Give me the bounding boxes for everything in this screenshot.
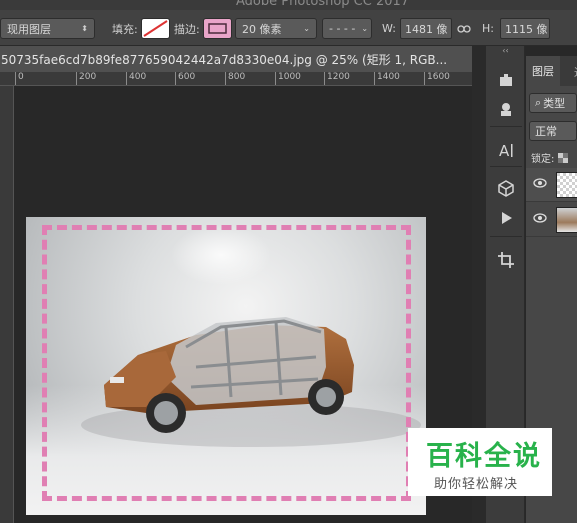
tool-separator	[490, 166, 522, 167]
watermark-subtitle: 助你轻松解决	[434, 477, 519, 492]
layer-row[interactable]	[526, 168, 577, 202]
watermark-title: 百科全说	[426, 441, 542, 472]
stroke-width-value: 20 像素	[242, 22, 282, 36]
document-tab-bar: 50735fae6cd7b89fe877659042442a7d8330e04.…	[0, 46, 472, 72]
height-field[interactable]: 1115 像	[500, 18, 550, 39]
fill-swatch[interactable]	[141, 18, 170, 39]
stamp-icon[interactable]	[494, 98, 518, 122]
blend-mode-value: 正常	[535, 125, 557, 138]
puzzle-icon[interactable]	[494, 68, 518, 92]
chain-link-icon	[457, 24, 471, 33]
tool-separator	[490, 126, 522, 127]
search-icon: ⌕	[535, 96, 542, 109]
layer-thumbnail-photo	[556, 207, 577, 233]
panel-tab-row: 图层 通	[526, 56, 577, 86]
ruler-tick: 200	[75, 72, 97, 85]
document-tab-title: 50735fae6cd7b89fe877659042442a7d8330e04.…	[1, 52, 448, 67]
eye-icon[interactable]	[533, 213, 547, 223]
lock-transparent-icon[interactable]	[558, 152, 569, 163]
stroke-label: 描边:	[174, 22, 200, 36]
mode-value: 现用图层	[7, 22, 51, 36]
layer-thumbnail-shape	[556, 172, 577, 198]
play-icon[interactable]	[494, 206, 518, 230]
dashed-rectangle-shape[interactable]	[42, 225, 411, 501]
ruler-tick: 1000	[275, 72, 301, 85]
vertical-ruler[interactable]	[0, 86, 14, 523]
stroke-color-icon	[208, 23, 227, 34]
ruler-tick: 400	[125, 72, 147, 85]
window-title-bar: Adobe Photoshop CC 2017	[0, 0, 577, 10]
chevron-updown-icon: ⬍	[81, 24, 88, 33]
crop-icon[interactable]	[494, 248, 518, 272]
chevron-down-icon: ⌄	[361, 24, 369, 33]
cube-icon[interactable]	[494, 176, 518, 200]
height-value: 1115 像	[505, 22, 548, 36]
layer-row[interactable]	[526, 203, 577, 237]
lock-label: 锁定:	[531, 154, 555, 165]
stroke-width-dropdown[interactable]: 20 像素 ⌄	[235, 18, 317, 39]
stroke-style-dropdown[interactable]: - - - - ⌄	[322, 18, 372, 39]
chevron-down-icon: ⌄	[303, 24, 310, 33]
ruler-tick: 600	[174, 72, 196, 85]
collapse-icon[interactable]: ‹‹	[486, 46, 525, 56]
svg-text:A: A	[499, 142, 510, 159]
app-title: Adobe Photoshop CC 2017	[236, 0, 410, 9]
panel-gutter-top	[472, 46, 486, 72]
no-fill-icon	[143, 20, 168, 37]
mode-dropdown[interactable]: 现用图层 ⬍	[0, 18, 95, 39]
lock-row: 锁定:	[531, 150, 569, 165]
ruler-tick: 0	[15, 72, 24, 85]
fill-label: 填充:	[112, 22, 138, 36]
ruler-tick: 1400	[374, 72, 400, 85]
ruler-tick: 1200	[324, 72, 350, 85]
tool-separator	[490, 236, 522, 237]
stroke-style-value: - - - -	[329, 22, 356, 35]
layer-filter-dropdown[interactable]: ⌕ 类型	[529, 93, 577, 113]
layer-filter-value: 类型	[543, 97, 566, 110]
link-icon[interactable]	[457, 18, 471, 39]
blend-mode-dropdown[interactable]: 正常	[529, 121, 577, 141]
document-tab[interactable]: 50735fae6cd7b89fe877659042442a7d8330e04.…	[0, 46, 472, 72]
text-tool-icon[interactable]: A	[494, 138, 518, 162]
watermark: 百科全说 助你轻松解决	[408, 428, 552, 496]
ruler-tick: 1600	[424, 72, 450, 85]
width-field[interactable]: 1481 像	[400, 18, 452, 39]
horizontal-ruler[interactable]: 0 200 400 600 800 1000 1200 1400 1600	[0, 72, 472, 86]
eye-icon[interactable]	[533, 178, 547, 188]
stroke-swatch[interactable]	[203, 18, 232, 39]
width-value: 1481 像	[405, 22, 448, 36]
options-bar: 现用图层 ⬍ 填充: 描边: 20 像素 ⌄ - - - - ⌄ W: 1481…	[0, 10, 577, 46]
ruler-tick: 800	[224, 72, 246, 85]
width-label: W:	[382, 22, 396, 35]
height-label: H:	[482, 22, 494, 35]
tab-layers[interactable]: 图层	[526, 56, 560, 86]
